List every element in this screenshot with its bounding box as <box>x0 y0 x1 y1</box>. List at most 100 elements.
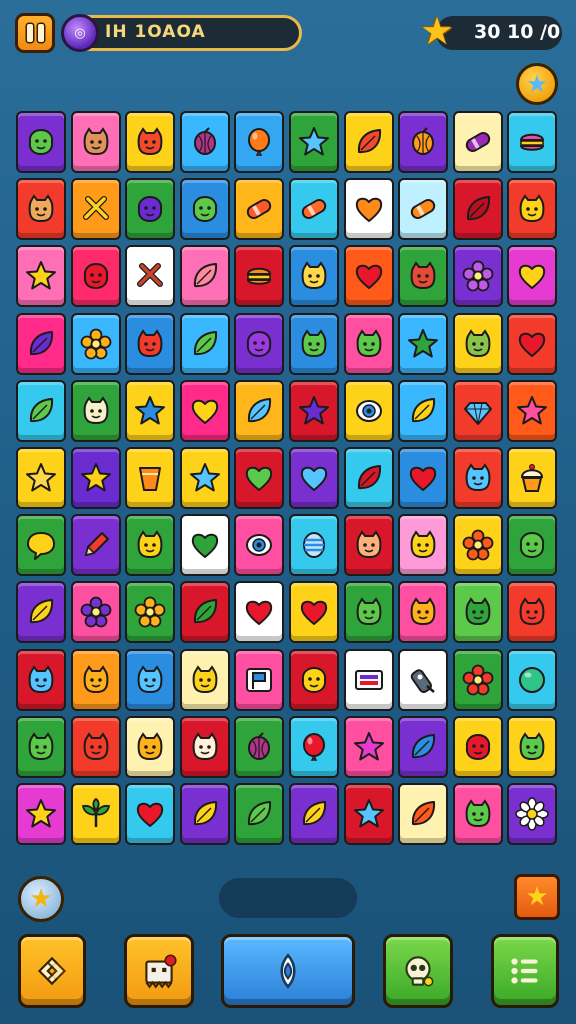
tile[interactable] <box>234 379 285 442</box>
tile[interactable] <box>70 782 121 845</box>
tile[interactable] <box>179 446 230 509</box>
tile[interactable] <box>125 581 176 644</box>
tile[interactable] <box>125 715 176 778</box>
tile[interactable] <box>234 514 285 577</box>
tile[interactable] <box>16 312 66 375</box>
tile[interactable] <box>16 514 66 577</box>
tile[interactable] <box>343 648 394 711</box>
tile[interactable] <box>343 111 394 173</box>
tile[interactable] <box>70 514 121 577</box>
tile[interactable] <box>70 379 121 442</box>
tile[interactable] <box>16 782 66 845</box>
tile[interactable] <box>234 581 285 644</box>
tile[interactable] <box>125 446 176 509</box>
tile[interactable] <box>288 782 339 845</box>
tile[interactable] <box>343 379 394 442</box>
tile[interactable] <box>452 648 503 711</box>
tile[interactable] <box>70 178 121 241</box>
tile[interactable] <box>125 178 176 241</box>
shop-button[interactable] <box>124 934 194 1008</box>
hint-button[interactable] <box>221 934 355 1008</box>
tile[interactable] <box>398 446 449 509</box>
tile[interactable] <box>234 245 285 308</box>
tile[interactable] <box>452 111 503 173</box>
tile[interactable] <box>234 782 285 845</box>
tile[interactable] <box>398 111 449 173</box>
tile[interactable] <box>179 379 230 442</box>
tile[interactable] <box>70 245 121 308</box>
tile[interactable] <box>125 782 176 845</box>
tile[interactable] <box>16 446 66 509</box>
tile[interactable] <box>507 379 558 442</box>
tile[interactable] <box>16 111 66 173</box>
tile[interactable] <box>70 446 121 509</box>
tile[interactable] <box>234 648 285 711</box>
tile[interactable] <box>398 581 449 644</box>
tile[interactable] <box>234 312 285 375</box>
tile[interactable] <box>16 178 66 241</box>
tile[interactable] <box>507 782 558 845</box>
tile[interactable] <box>234 715 285 778</box>
tile[interactable] <box>398 245 449 308</box>
tile[interactable] <box>234 446 285 509</box>
tile[interactable] <box>507 312 558 375</box>
swap-button[interactable] <box>18 934 86 1008</box>
tile[interactable] <box>452 178 503 241</box>
tile[interactable] <box>16 379 66 442</box>
tile[interactable] <box>125 312 176 375</box>
tile[interactable] <box>16 581 66 644</box>
tile[interactable] <box>125 648 176 711</box>
star-powerup-button[interactable]: ★ <box>18 876 64 922</box>
tile[interactable] <box>343 514 394 577</box>
tile[interactable] <box>398 782 449 845</box>
tile[interactable] <box>452 312 503 375</box>
tile[interactable] <box>343 581 394 644</box>
tile[interactable] <box>507 245 558 308</box>
star-bonus-button[interactable]: ★ <box>516 63 558 105</box>
tile[interactable] <box>288 446 339 509</box>
shuffle-button[interactable] <box>383 934 453 1008</box>
tile[interactable] <box>288 111 339 173</box>
tile[interactable] <box>452 245 503 308</box>
tile[interactable] <box>179 648 230 711</box>
tile[interactable] <box>507 111 558 173</box>
tile[interactable] <box>16 245 66 308</box>
tile[interactable] <box>452 782 503 845</box>
tile[interactable] <box>125 111 176 173</box>
tile[interactable] <box>288 514 339 577</box>
tile[interactable] <box>234 178 285 241</box>
tile[interactable] <box>452 446 503 509</box>
tile[interactable] <box>398 312 449 375</box>
tile[interactable] <box>70 648 121 711</box>
tile[interactable] <box>288 178 339 241</box>
star-reward-button[interactable]: ★ <box>514 874 560 920</box>
tile[interactable] <box>16 648 66 711</box>
tile[interactable] <box>179 715 230 778</box>
tile[interactable] <box>343 715 394 778</box>
tile[interactable] <box>288 715 339 778</box>
tile[interactable] <box>125 379 176 442</box>
tile[interactable] <box>288 648 339 711</box>
tile[interactable] <box>398 178 449 241</box>
tile[interactable] <box>452 715 503 778</box>
tile[interactable] <box>179 312 230 375</box>
tile[interactable] <box>125 514 176 577</box>
tile[interactable] <box>70 581 121 644</box>
tile[interactable] <box>343 178 394 241</box>
tile[interactable] <box>343 245 394 308</box>
tile[interactable] <box>179 245 230 308</box>
tile[interactable] <box>179 111 230 173</box>
tile[interactable] <box>343 782 394 845</box>
tile[interactable] <box>16 715 66 778</box>
pause-button[interactable] <box>15 13 55 53</box>
tile[interactable] <box>288 379 339 442</box>
tile[interactable] <box>398 715 449 778</box>
tile[interactable] <box>234 111 285 173</box>
tile[interactable] <box>452 581 503 644</box>
tile[interactable] <box>179 782 230 845</box>
tile[interactable] <box>507 514 558 577</box>
tile[interactable] <box>343 446 394 509</box>
tile[interactable] <box>398 514 449 577</box>
tile[interactable] <box>70 111 121 173</box>
tile[interactable] <box>507 446 558 509</box>
